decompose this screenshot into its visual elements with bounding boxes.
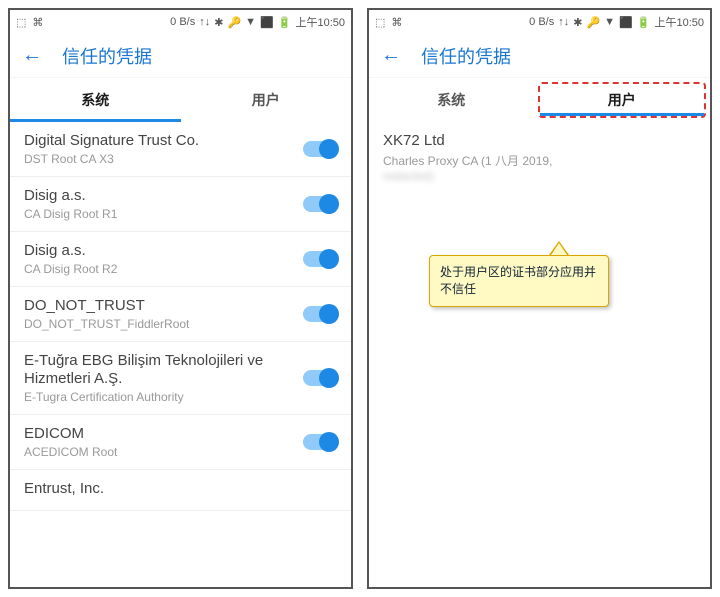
callout-text: 处于用户区的证书部分应用并不信任 [429,255,609,307]
list-item[interactable]: XK72 Ltd Charles Proxy CA (1 八月 2019, re… [369,122,710,193]
toggle-switch[interactable] [303,196,337,212]
status-icon: ⌘ [32,16,43,29]
list-item[interactable]: Entrust, Inc. [10,470,351,511]
toggle-switch[interactable] [303,434,337,450]
tab-user[interactable]: 用户 [181,78,352,122]
wifi-icon: ▼ [245,16,256,28]
bluetooth-icon: ✱ [214,16,223,29]
toggle-switch[interactable] [303,306,337,322]
signal-icon: ⬛ [260,16,274,29]
phone-right: ⬚ ⌘ 0 B/s ↑↓ ✱ 🔑 ▼ ⬛ 🔋 上午10:50 ← 信任的凭据 系… [367,8,712,589]
cert-name: Digital Signature Trust Co. [24,132,295,150]
tab-system[interactable]: 系统 [369,78,534,122]
battery-icon: 🔋 [278,16,292,29]
tabs: 系统 用户 [10,78,351,122]
tab-system-label: 系统 [437,90,465,110]
battery-icon: 🔋 [637,16,651,29]
key-icon: 🔑 [586,16,600,29]
status-icon: ⬚ [16,16,26,29]
page-title: 信任的凭据 [62,43,152,69]
cert-name: Disig a.s. [24,187,295,205]
tab-system[interactable]: 系统 [10,78,181,122]
cert-sub: CA Disig Root R1 [24,207,295,221]
tab-user-label: 用户 [608,90,636,110]
status-bar: ⬚ ⌘ 0 B/s ↑↓ ✱ 🔑 ▼ ⬛ 🔋 上午10:50 [369,10,710,34]
cert-sub: ACEDICOM Root [24,445,295,459]
callout-pointer-icon [549,241,569,255]
signal-icon: ⬛ [619,16,633,29]
list-item[interactable]: DO_NOT_TRUST DO_NOT_TRUST_FiddlerRoot [10,287,351,342]
clock: 上午10:50 [654,14,704,30]
clock: 上午10:50 [295,14,345,30]
cert-name: DO_NOT_TRUST [24,297,295,315]
status-icon: ⌘ [391,16,402,29]
toggle-switch[interactable] [303,370,337,386]
tab-system-label: 系统 [81,90,109,110]
bluetooth-icon: ✱ [573,16,582,29]
list-item[interactable]: E-Tuğra EBG Bilişim Teknolojileri ve Hiz… [10,342,351,415]
back-button[interactable]: ← [381,44,401,67]
phone-left: ⬚ ⌘ 0 B/s ↑↓ ✱ 🔑 ▼ ⬛ 🔋 上午10:50 ← 信任的凭据 系… [8,8,353,589]
list-item[interactable]: Disig a.s. CA Disig Root R1 [10,177,351,232]
cert-list-user[interactable]: XK72 Ltd Charles Proxy CA (1 八月 2019, re… [369,122,710,587]
cert-sub: E-Tugra Certification Authority [24,390,295,404]
net-rate: 0 B/s [170,16,195,28]
cert-sub: Charles Proxy CA (1 八月 2019, [383,152,688,169]
cert-name: Entrust, Inc. [24,480,329,498]
cert-sub: CA Disig Root R2 [24,262,295,276]
cert-name: EDICOM [24,425,295,443]
title-bar: ← 信任的凭据 [369,34,710,78]
updown-icon: ↑↓ [558,16,569,28]
list-item[interactable]: EDICOM ACEDICOM Root [10,415,351,470]
tab-user-label: 用户 [252,90,280,110]
cert-sub: DST Root CA X3 [24,152,295,166]
page-title: 信任的凭据 [421,43,511,69]
toggle-switch[interactable] [303,251,337,267]
annotation-callout: 处于用户区的证书部分应用并不信任 [429,255,609,307]
title-bar: ← 信任的凭据 [10,34,351,78]
cert-sub-blurred: redacted) [383,169,688,183]
cert-name: XK72 Ltd [383,132,688,150]
status-bar: ⬚ ⌘ 0 B/s ↑↓ ✱ 🔑 ▼ ⬛ 🔋 上午10:50 [10,10,351,34]
net-rate: 0 B/s [529,16,554,28]
cert-name: Disig a.s. [24,242,295,260]
list-item[interactable]: Disig a.s. CA Disig Root R2 [10,232,351,287]
tab-user[interactable]: 用户 [538,82,707,118]
toggle-switch[interactable] [303,141,337,157]
wifi-icon: ▼ [604,16,615,28]
cert-sub: DO_NOT_TRUST_FiddlerRoot [24,317,295,331]
tabs: 系统 用户 [369,78,710,122]
updown-icon: ↑↓ [199,16,210,28]
list-item[interactable]: Digital Signature Trust Co. DST Root CA … [10,122,351,177]
back-button[interactable]: ← [22,44,42,67]
cert-list-system[interactable]: Digital Signature Trust Co. DST Root CA … [10,122,351,587]
status-icon: ⬚ [375,16,385,29]
cert-name: E-Tuğra EBG Bilişim Teknolojileri ve Hiz… [24,352,295,388]
key-icon: 🔑 [227,16,241,29]
